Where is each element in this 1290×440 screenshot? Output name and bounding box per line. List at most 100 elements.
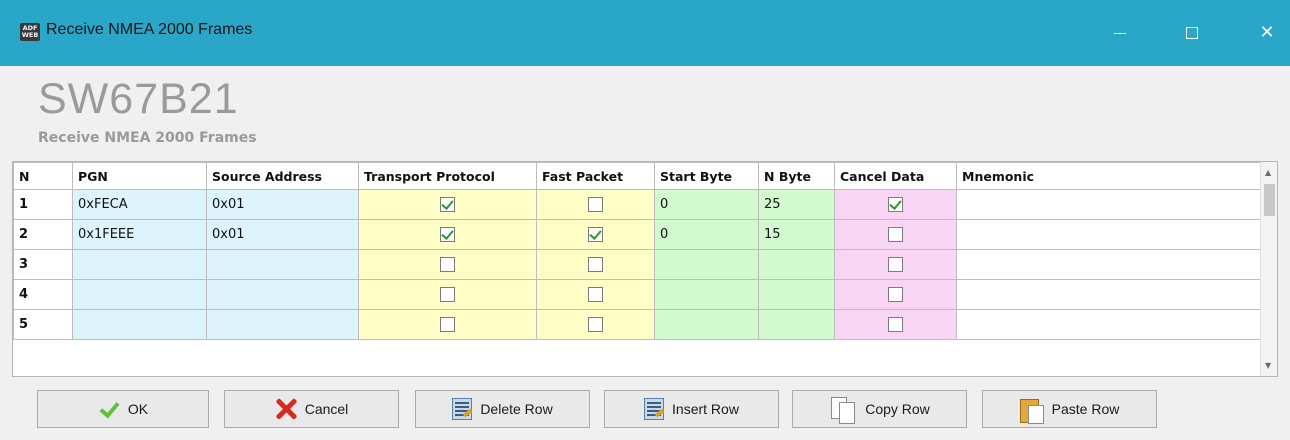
cell-mnemonic[interactable] — [956, 249, 1263, 280]
fast-packet-checkbox[interactable] — [588, 227, 603, 242]
cell-cancel-data[interactable] — [834, 279, 957, 310]
cancel-data-checkbox[interactable] — [888, 197, 903, 212]
ok-button[interactable]: OK — [37, 390, 209, 428]
table-row[interactable]: 1 0xFECA 0x01 0 25 — [13, 189, 1263, 220]
page-title: SW67B21 — [38, 75, 239, 123]
cell-start-byte[interactable] — [654, 279, 759, 310]
cell-mnemonic[interactable] — [956, 189, 1263, 220]
table-row[interactable]: 4 — [13, 279, 1263, 310]
cell-fast-packet[interactable] — [536, 249, 655, 280]
cell-transport-protocol[interactable] — [358, 279, 537, 310]
copy-row-button[interactable]: Copy Row — [792, 390, 967, 428]
cell-source-address[interactable] — [206, 249, 359, 280]
cell-transport-protocol[interactable] — [358, 189, 537, 220]
cell-mnemonic[interactable] — [956, 279, 1263, 310]
cancel-data-checkbox[interactable] — [888, 257, 903, 272]
ok-button-label: OK — [127, 401, 149, 417]
scroll-down-icon[interactable]: ▼ — [1265, 361, 1271, 370]
cell-cancel-data[interactable] — [834, 219, 957, 250]
cell-pgn[interactable] — [72, 279, 207, 310]
paste-row-button[interactable]: Paste Row — [982, 390, 1157, 428]
col-header-cancel-data[interactable]: Cancel Data — [834, 162, 957, 190]
col-header-start-byte[interactable]: Start Byte — [654, 162, 759, 190]
cell-cancel-data[interactable] — [834, 189, 957, 220]
col-header-transport-protocol[interactable]: Transport Protocol — [358, 162, 537, 190]
fast-packet-checkbox[interactable] — [588, 287, 603, 302]
checkmark-icon — [98, 398, 120, 420]
scrollbar-thumb[interactable] — [1264, 184, 1275, 216]
cell-transport-protocol[interactable] — [358, 219, 537, 250]
cell-pgn[interactable] — [72, 309, 207, 340]
cell-n: 5 — [13, 309, 73, 340]
delete-row-label: Delete Row — [480, 401, 553, 417]
cell-source-address[interactable] — [206, 309, 359, 340]
transport-protocol-checkbox[interactable] — [440, 227, 455, 242]
cell-fast-packet[interactable] — [536, 189, 655, 220]
delete-row-button[interactable]: Delete Row — [415, 390, 590, 428]
cancel-data-checkbox[interactable] — [888, 317, 903, 332]
table-row[interactable]: 3 — [13, 249, 1263, 280]
cell-n: 3 — [13, 249, 73, 280]
vertical-scrollbar[interactable]: ▲ ▼ — [1260, 162, 1277, 376]
cell-pgn[interactable] — [72, 249, 207, 280]
maximize-button[interactable] — [1172, 15, 1212, 51]
fast-packet-checkbox[interactable] — [588, 197, 603, 212]
cancel-button[interactable]: Cancel — [224, 390, 399, 428]
cell-source-address[interactable]: 0x01 — [206, 219, 359, 250]
window-titlebar: ADF WEB Receive NMEA 2000 Frames ✕ — [0, 0, 1290, 66]
cell-mnemonic[interactable] — [956, 219, 1263, 250]
scroll-up-icon[interactable]: ▲ — [1265, 168, 1271, 177]
transport-protocol-checkbox[interactable] — [440, 257, 455, 272]
table-header-row: N PGN Source Address Transport Protocol … — [13, 162, 1263, 190]
col-header-n-byte[interactable]: N Byte — [758, 162, 835, 190]
cell-fast-packet[interactable] — [536, 309, 655, 340]
cell-transport-protocol[interactable] — [358, 249, 537, 280]
minimize-icon — [1114, 33, 1126, 34]
cell-pgn[interactable]: 0xFECA — [72, 189, 207, 220]
copy-row-label: Copy Row — [865, 401, 930, 417]
cell-source-address[interactable] — [206, 279, 359, 310]
col-header-n[interactable]: N — [13, 162, 73, 190]
cell-n-byte[interactable] — [758, 309, 835, 340]
cell-start-byte[interactable]: 0 — [654, 189, 759, 220]
cell-n: 2 — [13, 219, 73, 250]
close-icon: ✕ — [1259, 22, 1275, 43]
cell-cancel-data[interactable] — [834, 249, 957, 280]
transport-protocol-checkbox[interactable] — [440, 197, 455, 212]
clipboard-paste-icon — [1019, 395, 1044, 424]
cancel-data-checkbox[interactable] — [888, 287, 903, 302]
cell-mnemonic[interactable] — [956, 309, 1263, 340]
insert-row-label: Insert Row — [672, 401, 739, 417]
table-row[interactable]: 2 0x1FEEE 0x01 0 15 — [13, 219, 1263, 250]
cancel-data-checkbox[interactable] — [888, 227, 903, 242]
col-header-source-address[interactable]: Source Address — [206, 162, 359, 190]
window-title: Receive NMEA 2000 Frames — [46, 21, 253, 38]
cell-pgn[interactable]: 0x1FEEE — [72, 219, 207, 250]
close-button[interactable]: ✕ — [1247, 15, 1287, 51]
transport-protocol-checkbox[interactable] — [440, 287, 455, 302]
cell-start-byte[interactable] — [654, 309, 759, 340]
cell-transport-protocol[interactable] — [358, 309, 537, 340]
minimize-button[interactable] — [1100, 15, 1140, 51]
cell-n-byte[interactable]: 15 — [758, 219, 835, 250]
cell-cancel-data[interactable] — [834, 309, 957, 340]
insert-row-button[interactable]: Insert Row — [604, 390, 779, 428]
cell-n-byte[interactable]: 25 — [758, 189, 835, 220]
cell-source-address[interactable]: 0x01 — [206, 189, 359, 220]
fast-packet-checkbox[interactable] — [588, 257, 603, 272]
cell-n-byte[interactable] — [758, 249, 835, 280]
cell-fast-packet[interactable] — [536, 279, 655, 310]
col-header-pgn[interactable]: PGN — [72, 162, 207, 190]
cell-start-byte[interactable]: 0 — [654, 219, 759, 250]
cell-n: 4 — [13, 279, 73, 310]
cell-fast-packet[interactable] — [536, 219, 655, 250]
cell-start-byte[interactable] — [654, 249, 759, 280]
col-header-mnemonic[interactable]: Mnemonic — [956, 162, 1263, 190]
transport-protocol-checkbox[interactable] — [440, 317, 455, 332]
table-row[interactable]: 5 — [13, 309, 1263, 340]
maximize-icon — [1186, 27, 1198, 39]
fast-packet-checkbox[interactable] — [588, 317, 603, 332]
col-header-fast-packet[interactable]: Fast Packet — [536, 162, 655, 190]
page-subtitle: Receive NMEA 2000 Frames — [38, 130, 257, 146]
cell-n-byte[interactable] — [758, 279, 835, 310]
